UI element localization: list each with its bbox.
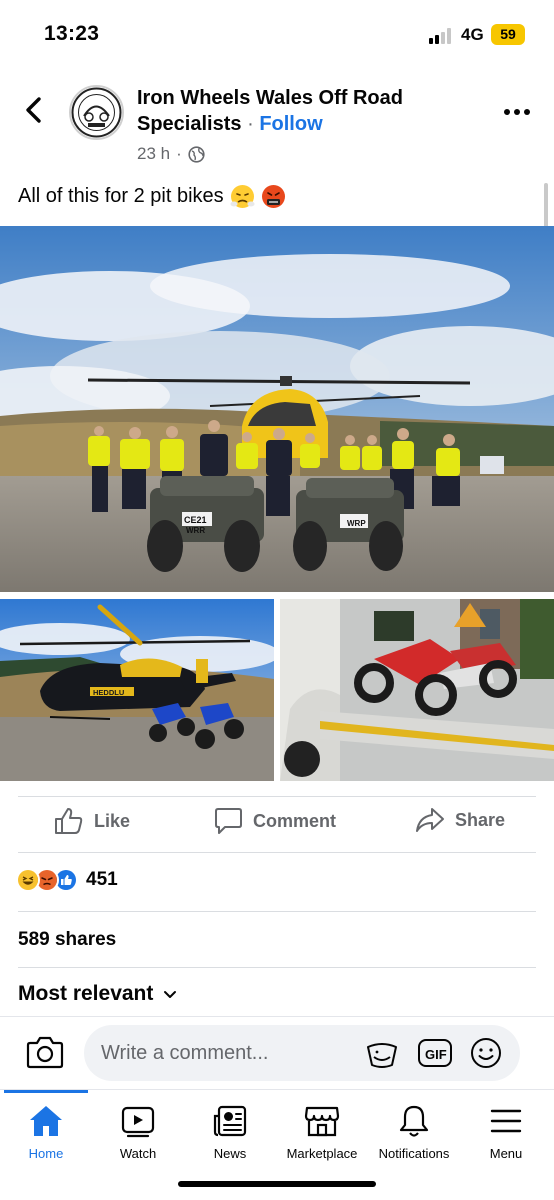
emoji-icon[interactable]	[469, 1037, 503, 1074]
camera-button[interactable]	[26, 1035, 64, 1074]
tab-label-home: Home	[28, 1146, 64, 1161]
post-actions: Like Comment Share	[0, 797, 554, 851]
recovery-truck-photo	[280, 599, 554, 781]
chevron-down-icon	[164, 990, 177, 998]
helicopter-marking: HEDDLU	[93, 688, 124, 697]
police-team-photo: CE21 WRR WRP	[0, 226, 554, 592]
avatar-sticker-icon[interactable]	[364, 1037, 400, 1074]
gif-button[interactable]: GIF	[417, 1037, 453, 1074]
follow-button[interactable]: Follow	[259, 113, 322, 135]
separator-dot: ·	[176, 144, 182, 163]
active-tab-indicator	[4, 1090, 88, 1093]
share-button[interactable]: Share	[415, 807, 505, 833]
page-avatar[interactable]	[69, 85, 124, 140]
status-time: 13:23	[44, 22, 100, 45]
divider	[18, 852, 536, 853]
reaction-count: 451	[86, 869, 118, 890]
status-bar: 13:23 4G 59	[0, 0, 554, 70]
comment-label: Comment	[253, 810, 337, 831]
more-options-button[interactable]	[504, 106, 534, 118]
share-label: Share	[455, 809, 506, 830]
comment-button[interactable]: Comment	[214, 807, 336, 835]
post-header-title: Iron Wheels Wales Off Road Specialists ·…	[137, 85, 477, 137]
comment-placeholder: Write a comment...	[101, 1042, 269, 1064]
shares-count[interactable]: 589 shares	[18, 929, 116, 951]
tab-label-marketplace: Marketplace	[286, 1146, 358, 1161]
home-indicator[interactable]	[178, 1181, 376, 1187]
caption-text: All of this for 2 pit bikes	[18, 185, 224, 207]
svg-text:WRR: WRR	[186, 526, 205, 535]
network-type: 4G	[461, 25, 484, 44]
camera-icon	[26, 1036, 64, 1069]
comment-icon	[215, 808, 242, 834]
post-caption: All of this for 2 pit bikes	[18, 184, 286, 209]
post-photo-helicopter[interactable]: HEDDLU	[0, 599, 274, 781]
bell-icon	[399, 1105, 429, 1137]
marketplace-icon	[304, 1106, 340, 1137]
tab-marketplace[interactable]: Marketplace	[276, 1104, 368, 1161]
page-logo-icon	[71, 87, 122, 138]
svg-text:GIF: GIF	[425, 1047, 447, 1062]
tab-label-watch: Watch	[119, 1146, 157, 1161]
like-label: Like	[94, 810, 131, 831]
menu-icon	[490, 1109, 522, 1133]
globe-icon	[188, 145, 205, 163]
tab-label-notifications: Notifications	[378, 1146, 450, 1161]
back-button[interactable]	[18, 93, 52, 127]
comment-composer: Write a comment... GIF	[0, 1016, 554, 1089]
home-icon	[30, 1106, 62, 1136]
reactions-summary[interactable]: 451	[16, 868, 118, 892]
thumbs-up-icon	[55, 808, 83, 834]
separator-dot: ·	[247, 113, 254, 135]
haha-icon	[16, 868, 40, 892]
tab-watch[interactable]: Watch	[92, 1104, 184, 1161]
comment-sort-dropdown[interactable]: Most relevant	[18, 982, 177, 1006]
news-icon	[213, 1105, 247, 1137]
tab-news[interactable]: News	[184, 1104, 276, 1161]
sort-label: Most relevant	[18, 982, 154, 1005]
helicopter-motorbikes-photo: HEDDLU	[0, 599, 274, 781]
tab-home[interactable]: Home	[0, 1104, 92, 1161]
signal-icon	[429, 28, 455, 44]
tab-menu[interactable]: Menu	[460, 1104, 552, 1161]
svg-text:CE21: CE21	[184, 515, 207, 525]
like-button[interactable]: Like	[54, 807, 130, 835]
watch-icon	[121, 1106, 155, 1138]
tab-notifications[interactable]: Notifications	[368, 1104, 460, 1161]
post-meta: 23 h ·	[137, 144, 205, 164]
tab-label-menu: Menu	[489, 1146, 523, 1161]
comment-input[interactable]: Write a comment... GIF	[84, 1025, 520, 1081]
share-icon	[416, 808, 444, 832]
face-with-steam-icon	[230, 185, 255, 208]
face-with-symbols-icon	[261, 185, 285, 208]
chevron-left-icon	[26, 97, 41, 123]
tab-label-news: News	[213, 1146, 247, 1161]
post-timestamp[interactable]: 23 h	[137, 144, 170, 164]
divider	[18, 967, 536, 968]
post-photo-truck[interactable]	[280, 599, 554, 781]
divider	[18, 911, 536, 912]
post-photo-main[interactable]: CE21 WRR WRP	[0, 226, 554, 592]
battery-icon: 59	[491, 24, 525, 45]
svg-text:WRP: WRP	[347, 519, 366, 528]
